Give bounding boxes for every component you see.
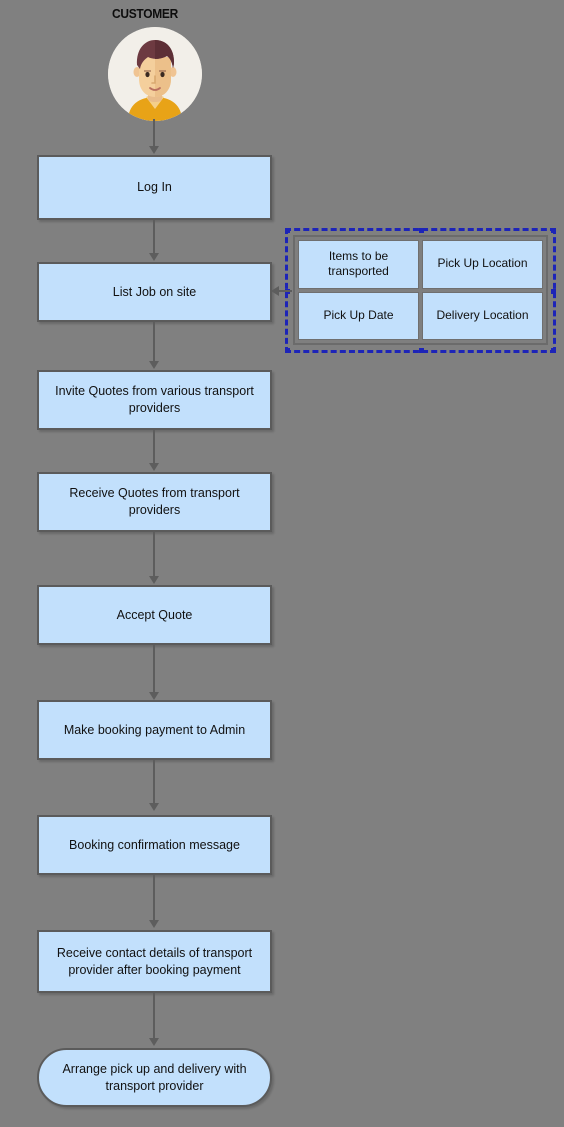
detail-cell-label: Items to be transported — [328, 248, 389, 279]
arrow-panel-to-list-job — [271, 286, 279, 296]
resize-handle-s[interactable] — [419, 348, 424, 353]
resize-handle-n[interactable] — [419, 228, 424, 233]
resize-handle-sw[interactable] — [285, 348, 290, 353]
connector-payment-to-confirmation — [153, 760, 155, 806]
arrow-contact-to-arrange — [149, 1038, 159, 1046]
node-log-in[interactable]: Log In — [37, 155, 272, 220]
node-label: Arrange pick up and delivery with transp… — [62, 1061, 247, 1093]
connector-invite-to-receive — [153, 430, 155, 466]
node-label: List Job on site — [112, 284, 197, 299]
node-receive-quotes[interactable]: Receive Quotes from transport providers — [37, 472, 272, 532]
connector-list-job-to-invite — [153, 322, 155, 364]
arrow-receive-to-accept — [149, 576, 159, 584]
node-accept-quote[interactable]: Accept Quote — [37, 585, 272, 645]
arrow-accept-to-payment — [149, 692, 159, 700]
connector-accept-to-payment — [153, 645, 155, 695]
connector-confirmation-to-contact — [153, 875, 155, 923]
arrow-confirmation-to-contact — [149, 920, 159, 928]
customer-avatar-icon — [108, 27, 202, 121]
detail-cell-pickup-location[interactable]: Pick Up Location — [422, 240, 543, 289]
detail-cell-label: Pick Up Location — [437, 256, 528, 271]
resize-handle-se[interactable] — [551, 348, 556, 353]
resize-handle-e[interactable] — [551, 289, 556, 294]
arrow-payment-to-confirmation — [149, 803, 159, 811]
detail-cell-pickup-date[interactable]: Pick Up Date — [298, 291, 419, 340]
node-label: Invite Quotes from various transport pro… — [55, 384, 254, 415]
node-make-booking-payment[interactable]: Make booking payment to Admin — [37, 700, 272, 760]
detail-cell-delivery-location[interactable]: Delivery Location — [422, 291, 543, 340]
connector-receive-to-accept — [153, 532, 155, 580]
node-label: Accept Quote — [116, 607, 193, 622]
arrow-login-to-list-job — [149, 253, 159, 261]
arrow-avatar-to-login — [149, 146, 159, 154]
node-booking-confirmation[interactable]: Booking confirmation message — [37, 815, 272, 875]
node-label: Receive contact details of transport pro… — [56, 945, 253, 977]
flowchart-canvas: CUSTOMER Log In List Job on site Items t… — [0, 0, 564, 1127]
detail-cell-items[interactable]: Items to be transported — [298, 240, 419, 289]
actor-label: CUSTOMER — [111, 6, 179, 21]
node-receive-contact-details[interactable]: Receive contact details of transport pro… — [37, 930, 272, 993]
detail-cell-label: Delivery Location — [436, 307, 529, 322]
node-list-job-on-site[interactable]: List Job on site — [37, 262, 272, 322]
resize-handle-nw[interactable] — [285, 228, 290, 233]
arrow-invite-to-receive — [149, 463, 159, 471]
connector-panel-to-list-job — [278, 290, 292, 292]
node-label: Booking confirmation message — [69, 837, 240, 852]
node-invite-quotes[interactable]: Invite Quotes from various transport pro… — [37, 370, 272, 430]
arrow-list-job-to-invite — [149, 361, 159, 369]
node-label: Log In — [137, 180, 172, 195]
node-label: Receive Quotes from transport providers — [69, 486, 240, 517]
node-label: Make booking payment to Admin — [63, 722, 246, 737]
resize-handle-ne[interactable] — [551, 228, 556, 233]
connector-contact-to-arrange — [153, 993, 155, 1041]
detail-panel-grid: Items to be transported Pick Up Location… — [293, 235, 548, 345]
detail-cell-label: Pick Up Date — [323, 307, 394, 322]
node-arrange-pickup-delivery[interactable]: Arrange pick up and delivery with transp… — [37, 1048, 272, 1107]
